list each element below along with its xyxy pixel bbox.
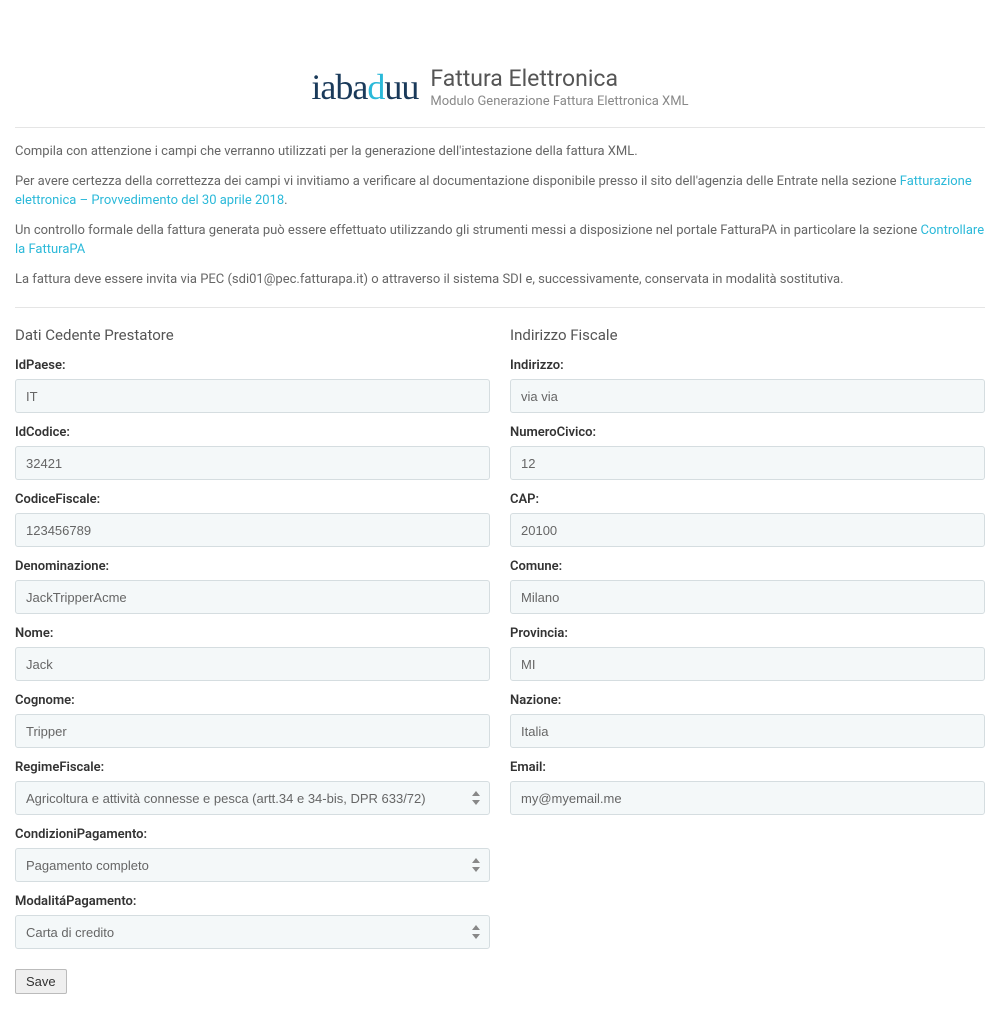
label-cap: CAP: (510, 492, 985, 507)
label-nome: Nome: (15, 626, 490, 641)
field-idpaese: IdPaese: (15, 358, 490, 413)
intro-block: Compila con attenzione i campi che verra… (15, 142, 985, 308)
field-modalitapagamento: ModalitáPagamento: Carta di credito (15, 894, 490, 949)
field-nazione: Nazione: (510, 693, 985, 748)
header-text: Fattura Elettronica Modulo Generazione F… (430, 65, 688, 109)
page-subtitle: Modulo Generazione Fattura Elettronica X… (430, 94, 688, 109)
input-comune[interactable] (510, 580, 985, 614)
input-idcodice[interactable] (15, 446, 490, 480)
field-idcodice: IdCodice: (15, 425, 490, 480)
section-title-indirizzo: Indirizzo Fiscale (510, 326, 985, 344)
field-comune: Comune: (510, 559, 985, 614)
select-modalitapagamento[interactable]: Carta di credito (15, 915, 490, 949)
col-indirizzo-fiscale: Indirizzo Fiscale Indirizzo: NumeroCivic… (510, 326, 985, 994)
input-indirizzo[interactable] (510, 379, 985, 413)
col-cedente-prestatore: Dati Cedente Prestatore IdPaese: IdCodic… (15, 326, 490, 994)
field-cognome: Cognome: (15, 693, 490, 748)
label-cognome: Cognome: (15, 693, 490, 708)
intro-line-2: Per avere certezza della correttezza dei… (15, 172, 985, 211)
label-nazione: Nazione: (510, 693, 985, 708)
intro-line-3: Un controllo formale della fattura gener… (15, 221, 985, 260)
header: iabaduu Fattura Elettronica Modulo Gener… (15, 15, 985, 128)
field-indirizzo: Indirizzo: (510, 358, 985, 413)
save-button[interactable]: Save (15, 969, 67, 994)
label-modalitapagamento: ModalitáPagamento: (15, 894, 490, 909)
input-cap[interactable] (510, 513, 985, 547)
intro-line-1: Compila con attenzione i campi che verra… (15, 142, 985, 162)
field-codicefiscale: CodiceFiscale: (15, 492, 490, 547)
label-idpaese: IdPaese: (15, 358, 490, 373)
input-nazione[interactable] (510, 714, 985, 748)
page-title: Fattura Elettronica (430, 65, 688, 92)
input-cognome[interactable] (15, 714, 490, 748)
label-denominazione: Denominazione: (15, 559, 490, 574)
input-nome[interactable] (15, 647, 490, 681)
field-provincia: Provincia: (510, 626, 985, 681)
label-comune: Comune: (510, 559, 985, 574)
field-cap: CAP: (510, 492, 985, 547)
select-regimefiscale[interactable]: Agricoltura e attività connesse e pesca … (15, 781, 490, 815)
logo: iabaduu (311, 66, 418, 108)
input-numerocivico[interactable] (510, 446, 985, 480)
select-condizionipagamento[interactable]: Pagamento completo (15, 848, 490, 882)
input-denominazione[interactable] (15, 580, 490, 614)
intro-line-4: La fattura deve essere invita via PEC (s… (15, 270, 985, 290)
label-condizionipagamento: CondizioniPagamento: (15, 827, 490, 842)
input-provincia[interactable] (510, 647, 985, 681)
label-idcodice: IdCodice: (15, 425, 490, 440)
section-title-cedente: Dati Cedente Prestatore (15, 326, 490, 344)
field-condizionipagamento: CondizioniPagamento: Pagamento completo (15, 827, 490, 882)
field-denominazione: Denominazione: (15, 559, 490, 614)
field-regimefiscale: RegimeFiscale: Agricoltura e attività co… (15, 760, 490, 815)
field-nome: Nome: (15, 626, 490, 681)
label-provincia: Provincia: (510, 626, 985, 641)
input-email[interactable] (510, 781, 985, 815)
label-numerocivico: NumeroCivico: (510, 425, 985, 440)
label-indirizzo: Indirizzo: (510, 358, 985, 373)
input-idpaese[interactable] (15, 379, 490, 413)
label-email: Email: (510, 760, 985, 775)
field-email: Email: (510, 760, 985, 815)
input-codicefiscale[interactable] (15, 513, 490, 547)
label-regimefiscale: RegimeFiscale: (15, 760, 490, 775)
form-columns: Dati Cedente Prestatore IdPaese: IdCodic… (15, 326, 985, 994)
field-numerocivico: NumeroCivico: (510, 425, 985, 480)
label-codicefiscale: CodiceFiscale: (15, 492, 490, 507)
